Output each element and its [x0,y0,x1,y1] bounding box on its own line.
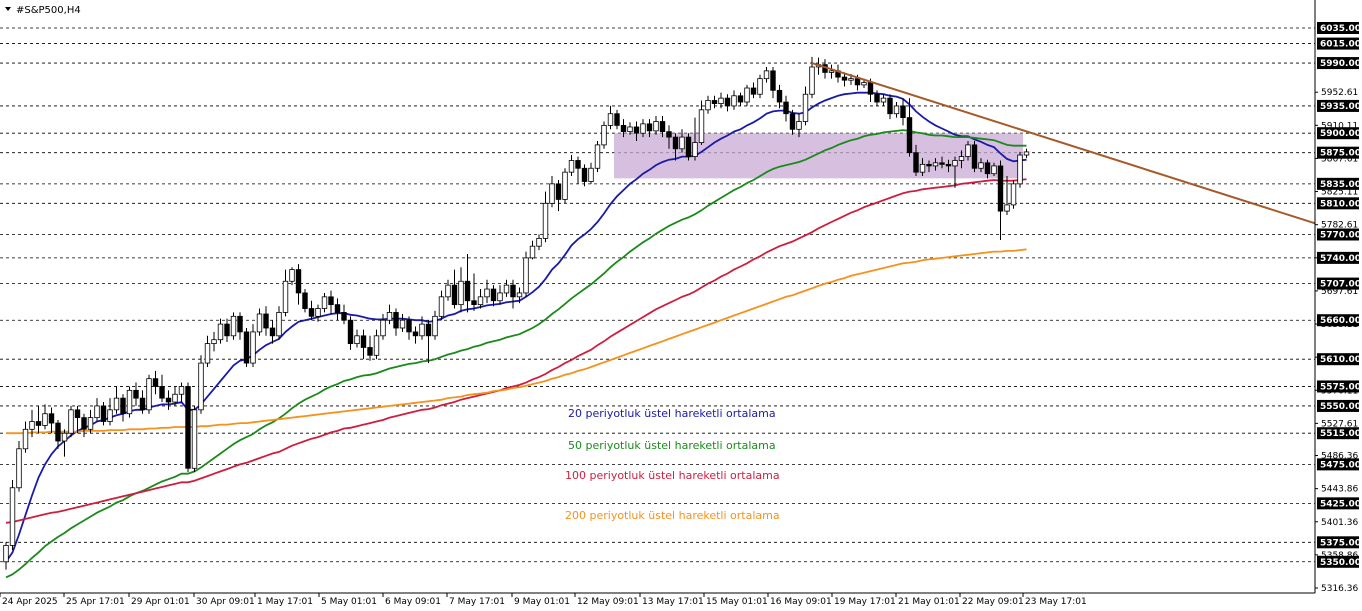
time-label-1: 25 Apr 17:01 [66,597,125,607]
time-label-10: 13 May 17:01 [642,597,704,607]
candle-35 [230,312,237,340]
candle-15 [100,402,107,426]
candle-22 [146,374,152,414]
candle-105 [685,133,692,161]
candle-155 [1010,179,1017,209]
price-chart[interactable]: 20 periyotluk üstel hareketli ortalama 50… [0,0,1362,611]
candle-37 [243,328,250,367]
level-badge-label-7: 5810.00 [1320,199,1361,209]
legend-entry-3: 200 periyotluk üstel hareketli ortalama [565,509,780,522]
time-label-14: 21 May 01:01 [898,597,960,607]
time-label-7: 7 May 17:01 [449,597,505,607]
candle-86 [562,168,568,204]
level-badge-label-0: 6035.00 [1320,24,1361,34]
legend-entry-0: 20 periyotluk üstel hareketli ortalama [568,407,776,420]
level-badge-label-8: 5770.00 [1320,231,1361,241]
level-badge-label-14: 5550.00 [1320,402,1361,412]
time-label-4: 1 May 17:01 [257,597,313,607]
time-label-11: 15 May 01:01 [706,597,768,607]
level-badge-label-11: 5660.00 [1320,316,1361,326]
candle-10 [68,405,74,438]
candle-116 [757,74,763,99]
time-label-6: 6 May 09:01 [385,597,441,607]
level-badge-label-3: 5935.00 [1320,102,1361,112]
level-badge-label-5: 5875.00 [1320,149,1361,159]
legend-entry-1: 50 periyotluk üstel hareketli ortalama [568,439,776,452]
time-label-16: 23 May 17:01 [1025,597,1087,607]
level-badge-label-4: 5900.00 [1320,129,1361,139]
time-label-15: 22 May 09:01 [962,597,1024,607]
level-badge-label-2: 5990.00 [1320,59,1361,69]
level-badge-label-16: 5475.00 [1320,460,1361,470]
candle-46 [302,289,308,313]
time-label-8: 9 May 01:01 [514,597,570,607]
candle-156 [1017,151,1023,188]
chart-title[interactable]: #S&P500,H4 [5,5,81,16]
price-label-12: 5443.86 [1321,485,1358,495]
level-badge-label-1: 6015.00 [1320,40,1361,50]
candle-19 [126,386,133,418]
price-label-0: 5952.61 [1321,88,1358,98]
price-label-15: 5316.36 [1321,584,1358,594]
level-badge-label-12: 5610.00 [1320,355,1361,365]
candle-30 [198,355,204,414]
time-label-13: 19 May 17:01 [834,597,896,607]
candle-92 [601,121,607,149]
time-label-0: 24 Apr 2025 [2,597,58,607]
candle-1 [9,479,16,551]
candle-149 [971,140,978,173]
time-label-12: 16 May 09:01 [770,597,832,607]
level-badge-label-15: 5515.00 [1320,429,1361,439]
level-badge-label-6: 5835.00 [1320,180,1361,190]
level-badge-label-13: 5575.00 [1320,382,1361,392]
level-badge-label-9: 5740.00 [1320,254,1361,264]
time-label-2: 29 Apr 01:01 [131,597,190,607]
level-badge-label-18: 5375.00 [1320,538,1361,548]
price-label-13: 5401.36 [1321,518,1358,528]
symbol-title: #S&P500,H4 [16,5,81,16]
candle-80 [523,251,529,297]
level-badge-label-17: 5425.00 [1320,499,1361,509]
candle-28 [185,382,191,473]
level-badge-label-19: 5350.00 [1320,558,1361,568]
candle-29 [191,405,198,473]
candle-91 [594,140,601,173]
legend-entry-2: 100 periyotluk üstel hareketli ortalama [565,469,780,482]
time-label-9: 12 May 09:01 [577,597,639,607]
candle-2 [16,441,22,492]
time-label-3: 30 Apr 09:01 [196,597,255,607]
level-badge-label-10: 5707.00 [1320,280,1361,290]
time-label-5: 5 May 01:01 [321,597,377,607]
